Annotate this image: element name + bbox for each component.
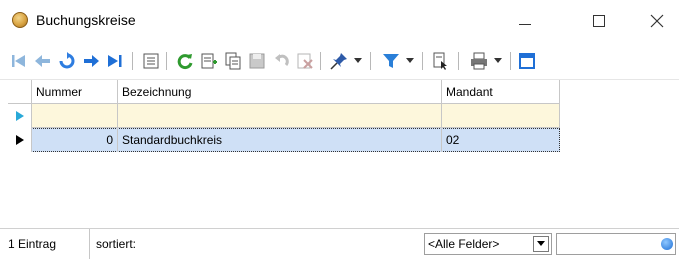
new-record-button[interactable] (198, 50, 220, 72)
new-record-icon (201, 53, 217, 69)
cell-bezeichnung[interactable]: Standardbuchkreis (118, 128, 442, 152)
record-count: 1 Eintrag (8, 229, 90, 259)
filter-dropdown[interactable] (404, 50, 416, 72)
field-select-dropdown[interactable] (533, 236, 549, 252)
chevron-down-icon (494, 58, 502, 63)
new-record-row[interactable] (8, 104, 560, 128)
toolbar-separator (458, 52, 459, 70)
export-button[interactable] (430, 50, 452, 72)
field-select[interactable]: <Alle Felder> (424, 233, 552, 255)
data-grid: Nummer Bezeichnung Mandant 0 Standardbuc… (8, 80, 560, 156)
search-icon[interactable] (661, 238, 673, 250)
print-dropdown[interactable] (492, 50, 504, 72)
copy-record-icon (225, 52, 241, 70)
field-select-value: <Alle Felder> (428, 237, 500, 251)
close-button[interactable] (640, 8, 674, 34)
title-bar: Buchungskreise (0, 0, 679, 40)
search-input[interactable] (556, 233, 676, 255)
last-record-icon (108, 55, 122, 67)
chevron-down-icon (537, 241, 545, 246)
new-row-arrow-icon (15, 111, 24, 121)
window: Buchungskreise Nummer Bezeichnung Mandan… (0, 0, 679, 259)
pin-dropdown[interactable] (352, 50, 364, 72)
export-icon (433, 52, 447, 70)
layout-button[interactable] (516, 50, 538, 72)
next-record-button[interactable] (80, 50, 102, 72)
print-icon (471, 52, 487, 70)
form-view-icon (143, 53, 159, 69)
reload-icon (177, 54, 193, 70)
filter-button[interactable] (380, 50, 402, 72)
form-view-button[interactable] (140, 50, 162, 72)
layout-icon (519, 53, 535, 69)
toolbar-separator (132, 52, 133, 70)
current-row-indicator (8, 128, 32, 152)
table-row[interactable]: 0 Standardbuchkreis 02 (8, 128, 560, 152)
reload-button[interactable] (174, 50, 196, 72)
last-record-button[interactable] (104, 50, 126, 72)
previous-record-icon (35, 55, 50, 67)
cell-nummer[interactable]: 0 (32, 128, 118, 152)
status-bar: 1 Eintrag sortiert: <Alle Felder> (0, 228, 679, 259)
new-row-indicator (8, 104, 32, 128)
save-record-button[interactable] (246, 50, 268, 72)
refresh-record-icon (59, 52, 75, 69)
toolbar-separator (320, 52, 321, 70)
copy-record-button[interactable] (222, 50, 244, 72)
maximize-icon (593, 15, 605, 27)
first-record-icon (12, 55, 25, 67)
sort-label: sortiert: (96, 237, 137, 251)
cell-mandant[interactable]: 02 (442, 128, 559, 152)
print-button[interactable] (468, 50, 490, 72)
next-record-icon (84, 55, 99, 67)
minimize-icon (519, 23, 531, 25)
previous-record-button[interactable] (32, 50, 54, 72)
delete-record-button[interactable] (294, 50, 316, 72)
grid-header: Nummer Bezeichnung Mandant (8, 80, 560, 104)
maximize-button[interactable] (582, 8, 616, 34)
close-icon (650, 14, 664, 28)
new-cell-bezeichnung[interactable] (118, 104, 442, 128)
window-title: Buchungskreise (36, 12, 136, 28)
chevron-down-icon (354, 58, 362, 63)
filter-icon (383, 54, 399, 68)
minimize-button[interactable] (508, 8, 542, 34)
save-record-icon (249, 53, 265, 69)
row-header-corner (8, 80, 32, 104)
new-cell-mandant[interactable] (442, 104, 560, 128)
refresh-record-button[interactable] (56, 50, 78, 72)
toolbar (0, 40, 679, 80)
chevron-down-icon (406, 58, 414, 63)
toolbar-separator (422, 52, 423, 70)
toolbar-separator (370, 52, 371, 70)
undo-icon (275, 54, 289, 66)
column-header-nummer[interactable]: Nummer (32, 80, 118, 104)
pin-icon (330, 53, 347, 70)
column-header-mandant[interactable]: Mandant (442, 80, 560, 104)
toolbar-separator (166, 52, 167, 70)
new-cell-nummer[interactable] (32, 104, 118, 128)
current-row-arrow-icon (15, 135, 24, 145)
globe-icon (12, 12, 28, 28)
toolbar-separator (510, 52, 511, 70)
pin-button[interactable] (328, 50, 350, 72)
column-header-bezeichnung[interactable]: Bezeichnung (118, 80, 442, 104)
first-record-button[interactable] (8, 50, 30, 72)
delete-record-icon (297, 53, 313, 69)
undo-button[interactable] (270, 50, 292, 72)
